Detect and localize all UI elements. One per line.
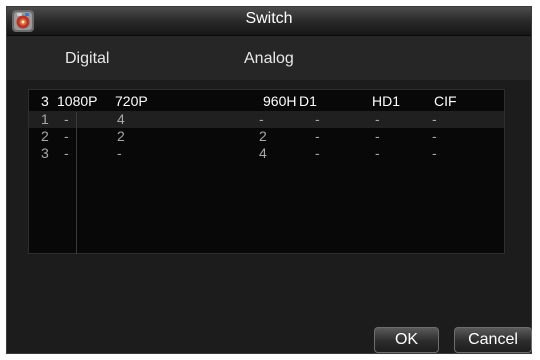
table-cell: -: [315, 111, 320, 127]
table-cell: -: [117, 145, 122, 161]
dialog-title: Switch: [245, 10, 293, 27]
column-divider: [76, 112, 77, 254]
column-header-count: 3: [41, 93, 49, 109]
table-cell: 3: [41, 145, 49, 161]
table-row[interactable]: 2 - 2 2 - - -: [29, 128, 504, 145]
table-cell: -: [259, 111, 264, 127]
title-bar: Switch: [7, 7, 531, 36]
channel-type-header: Digital Analog: [7, 36, 531, 80]
column-header-cif: CIF: [434, 93, 457, 109]
column-header-720p: 720P: [115, 93, 148, 109]
ok-button[interactable]: OK: [374, 327, 439, 353]
resolution-table: 3 1080P 720P 960H D1 HD1 CIF 1 - 4 - - -…: [28, 89, 505, 254]
table-row[interactable]: 1 - 4 - - - -: [29, 111, 504, 128]
table-cell: 2: [259, 128, 267, 144]
table-cell: 4: [259, 145, 267, 161]
table-cell: -: [375, 145, 380, 161]
table-cell: -: [315, 145, 320, 161]
table-cell: -: [432, 128, 437, 144]
table-cell: -: [64, 128, 69, 144]
cancel-button[interactable]: Cancel: [454, 327, 532, 353]
table-cell: -: [432, 145, 437, 161]
column-header-1080p: 1080P: [57, 93, 98, 109]
table-cell: -: [432, 111, 437, 127]
table-cell: 4: [117, 111, 125, 127]
table-cell: -: [64, 145, 69, 161]
table-cell: 2: [117, 128, 125, 144]
switch-dialog: Switch Digital Analog 3 1080P 720P 960H …: [6, 6, 532, 354]
column-header-hd1: HD1: [372, 93, 401, 109]
column-header-960h: 960H: [263, 93, 297, 109]
table-cell: -: [375, 128, 380, 144]
table-cell: 2: [41, 128, 49, 144]
table-header-row: 3 1080P 720P 960H D1 HD1 CIF: [29, 93, 504, 110]
table-cell: -: [375, 111, 380, 127]
analog-label: Analog: [244, 50, 294, 67]
table-row[interactable]: 3 - - 4 - - -: [29, 145, 504, 162]
column-header-d1: D1: [299, 93, 317, 109]
table-cell: -: [315, 128, 320, 144]
table-cell: 1: [41, 111, 49, 127]
digital-label: Digital: [65, 50, 110, 67]
table-cell: -: [64, 111, 69, 127]
